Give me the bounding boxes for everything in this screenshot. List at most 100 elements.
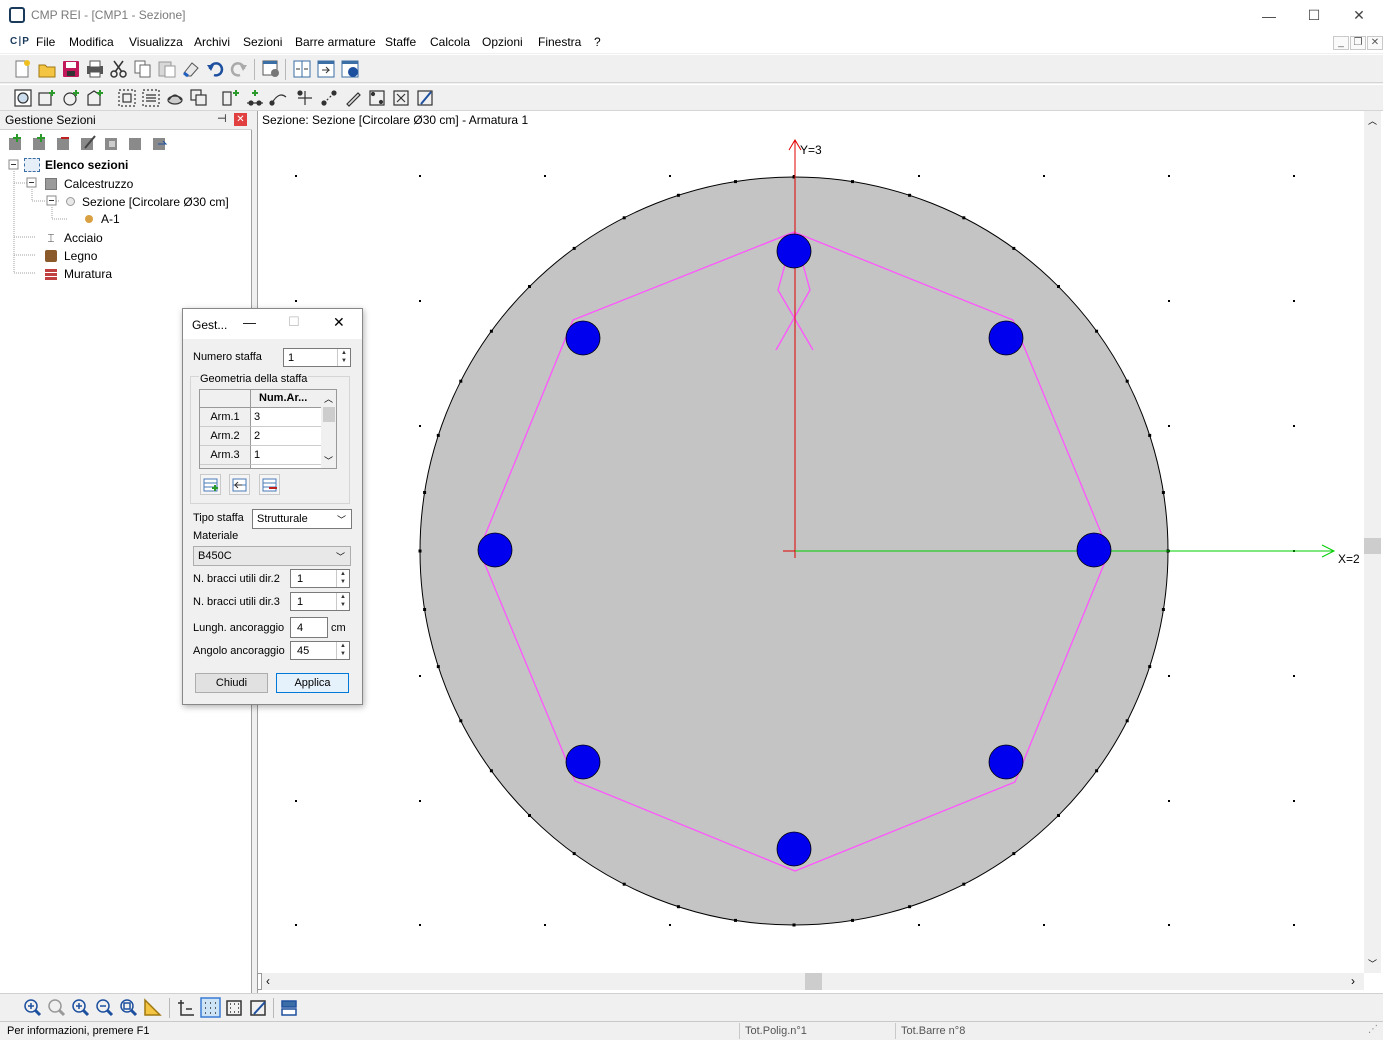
tree-item-legno[interactable]: Legno [64, 249, 97, 263]
angolo-spinner[interactable]: 45 ▲ ▼ [290, 641, 350, 660]
mdi-restore-button[interactable]: ❐ [1350, 36, 1366, 50]
mdi-minimize-button[interactable]: _ [1333, 36, 1349, 50]
add-bar-icon[interactable] [222, 90, 239, 106]
snap-grid-icon[interactable] [226, 1000, 242, 1016]
hatch-icon[interactable] [142, 89, 160, 107]
grid-cell[interactable]: 1 [251, 446, 321, 465]
copy-section-icon[interactable] [105, 138, 117, 150]
bracci2-spinner[interactable]: 1 ▲ ▼ [290, 569, 350, 588]
add-section-variant-icon[interactable] [33, 134, 45, 150]
menu-finestra[interactable]: Finestra [538, 35, 581, 49]
rebar[interactable] [776, 831, 812, 867]
tree-item-armatura[interactable]: A-1 [101, 212, 120, 226]
fill-icon[interactable] [167, 94, 183, 105]
app-icon[interactable] [9, 7, 25, 23]
menu-visualizza[interactable]: Visualizza [129, 35, 183, 49]
remove-section-icon[interactable] [57, 137, 69, 150]
scroll-left-arrow[interactable]: ‹ [266, 974, 270, 988]
lungh-input[interactable]: 4 [290, 617, 328, 638]
dialog-minimize-button[interactable]: — [243, 315, 256, 330]
axes-icon[interactable] [178, 1000, 194, 1016]
vertical-scrollbar[interactable]: ︿ ﹀ [1364, 111, 1381, 973]
tree-root[interactable]: Elenco sezioni [45, 158, 128, 172]
vertical-scroll-thumb[interactable] [1364, 538, 1381, 554]
grid-cell[interactable]: 3 [251, 408, 321, 427]
dialog-close-button[interactable]: ✕ [333, 314, 345, 331]
pan-icon[interactable] [48, 999, 66, 1017]
add-circle-icon[interactable] [63, 90, 79, 106]
properties-section-icon[interactable] [129, 138, 141, 150]
spin-arrows-icon[interactable]: ▲ ▼ [336, 642, 349, 659]
duplicate-icon[interactable] [190, 89, 207, 106]
menu-archivi[interactable]: Archivi [194, 35, 230, 49]
grid-scroll-down-icon[interactable]: ﹀ [324, 454, 333, 467]
copy-icon[interactable] [134, 60, 151, 78]
horizontal-scroll-thumb[interactable] [805, 973, 822, 990]
menu-barre-armature[interactable]: Barre armature [295, 35, 376, 49]
zoom-fit-icon[interactable] [120, 999, 138, 1017]
menu-help[interactable]: ? [594, 35, 601, 49]
panel-close-button[interactable]: ✕ [234, 113, 247, 126]
add-bar-line-icon[interactable] [247, 90, 263, 106]
measure-icon[interactable] [144, 998, 162, 1016]
new-file-icon[interactable] [15, 60, 30, 78]
select-area-icon[interactable] [118, 89, 136, 107]
numero-staffa-spinner[interactable]: 1 ▲ ▼ [283, 348, 351, 367]
geometry-grid[interactable]: Num.Ar... Arm.1 3 Arm.2 2 Arm.3 1 ︿ ﹀ [199, 389, 337, 469]
undo-icon[interactable] [207, 62, 224, 77]
rebar[interactable] [776, 233, 812, 269]
tile-windows-icon[interactable] [293, 60, 311, 78]
tipo-staffa-select[interactable]: Strutturale ﹀ [252, 509, 352, 529]
close-button[interactable]: ✕ [1336, 0, 1382, 31]
edit-bars-icon[interactable] [321, 90, 337, 106]
bracci3-spinner[interactable]: 1 ▲ ▼ [290, 592, 350, 611]
cut-icon[interactable] [110, 60, 127, 78]
resize-grip-icon[interactable]: ⋰ [1368, 1024, 1378, 1035]
menu-file[interactable]: File [36, 35, 55, 49]
redo-icon[interactable] [230, 62, 247, 77]
applica-button[interactable]: Applica [276, 673, 349, 693]
add-rectangle-icon[interactable] [38, 90, 55, 106]
edit-grid-icon[interactable] [250, 1000, 266, 1016]
rebar[interactable] [988, 320, 1024, 356]
scroll-up-arrow[interactable]: ︿ [1366, 111, 1379, 126]
mdi-child-icon[interactable]: C∣P [10, 36, 29, 47]
grid-scroll-thumb[interactable] [323, 407, 335, 422]
minimize-button[interactable]: — [1246, 0, 1292, 31]
layers-icon[interactable] [281, 1000, 297, 1016]
spin-arrows-icon[interactable]: ▲ ▼ [336, 593, 349, 610]
eraser-icon[interactable] [183, 62, 199, 78]
help-window-icon[interactable] [341, 60, 359, 78]
section-view-icon[interactable] [14, 89, 32, 107]
grid-cell[interactable]: 2 [251, 427, 321, 446]
menu-staffe[interactable]: Staffe [385, 35, 416, 49]
delete-stirrup-icon[interactable] [393, 90, 409, 106]
save-icon[interactable] [63, 61, 79, 77]
rebar[interactable] [565, 320, 601, 356]
bar-arc-icon[interactable] [269, 94, 287, 106]
spin-arrows-icon[interactable]: ▲ ▼ [337, 349, 350, 366]
add-row-button[interactable] [200, 474, 221, 495]
tree-item-muratura[interactable]: Muratura [64, 267, 112, 281]
export-icon[interactable] [317, 60, 335, 78]
section-drawing[interactable]: Y=3 X=2 [258, 130, 1363, 973]
grid-scroll-up-icon[interactable]: ︿ [324, 392, 333, 405]
scroll-down-arrow[interactable]: ﹀ [1366, 957, 1379, 971]
open-folder-icon[interactable] [38, 64, 56, 78]
delete-row-button[interactable] [259, 474, 280, 495]
tree-item-calcestruzzo[interactable]: Calcestruzzo [64, 177, 133, 191]
move-bar-icon[interactable] [297, 90, 312, 105]
tree-item-acciaio[interactable]: Acciaio [64, 231, 103, 245]
grid-toggle-icon[interactable] [200, 997, 221, 1018]
zoom-in-icon[interactable] [24, 999, 42, 1017]
horizontal-scrollbar[interactable]: ‹ › [262, 973, 1364, 990]
pin-icon[interactable]: ⊣ [217, 112, 227, 125]
grid-header[interactable]: Num.Ar... [251, 390, 321, 408]
tree-item-sezione[interactable]: Sezione [Circolare Ø30 cm] [82, 195, 229, 209]
bar-pencil-icon[interactable] [346, 92, 361, 107]
menu-calcola[interactable]: Calcola [430, 35, 470, 49]
add-polygon-icon[interactable] [87, 90, 103, 106]
menu-sezioni[interactable]: Sezioni [243, 35, 282, 49]
chiudi-button[interactable]: Chiudi [195, 673, 268, 693]
menu-modifica[interactable]: Modifica [69, 35, 114, 49]
